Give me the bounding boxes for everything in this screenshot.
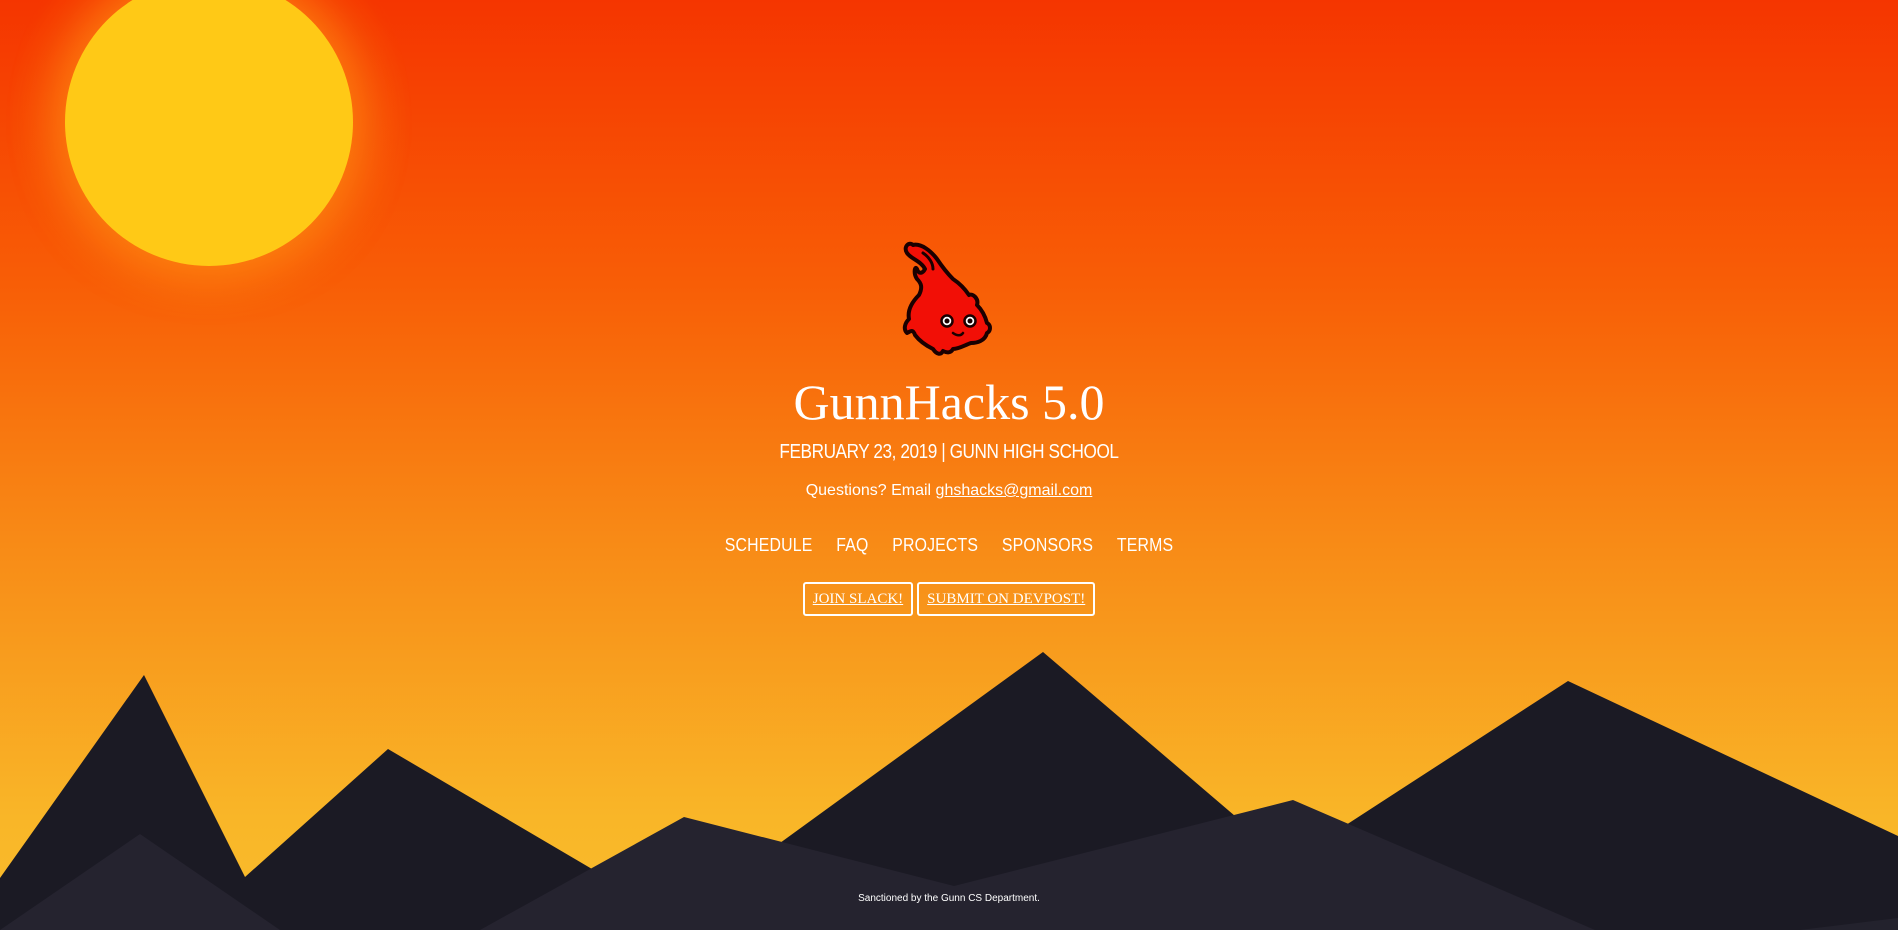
submit-devpost-button[interactable]: SUBMIT ON DEVPOST! — [917, 582, 1096, 616]
nav-projects[interactable]: PROJECTS — [892, 535, 978, 555]
mountain-silhouette — [0, 652, 1898, 930]
action-buttons: JOIN SLACK! SUBMIT ON DEVPOST! — [0, 582, 1898, 616]
event-date-location: FEBRUARY 23, 2019 | GUNN HIGH SCHOOL — [779, 441, 1119, 463]
nav-schedule[interactable]: SCHEDULE — [725, 535, 813, 555]
titan-flame-mascot-icon — [902, 241, 992, 356]
contact-email-link[interactable]: ghshacks@gmail.com — [936, 482, 1093, 499]
footer-text: Sanctioned by the Gunn CS Department. — [858, 893, 1040, 904]
nav-faq[interactable]: FAQ — [836, 535, 868, 555]
contact-line: Questions? Email ghshacks@gmail.com — [0, 482, 1898, 500]
join-slack-button[interactable]: JOIN SLACK! — [802, 582, 914, 616]
main-nav: SCHEDULE FAQ PROJECTS SPONSORS TERMS — [114, 535, 1784, 556]
nav-sponsors[interactable]: SPONSORS — [1002, 535, 1093, 555]
page-title: GunnHacks 5.0 — [793, 374, 1105, 430]
contact-prefix: Questions? Email — [805, 482, 936, 499]
nav-terms[interactable]: TERMS — [1117, 535, 1173, 555]
